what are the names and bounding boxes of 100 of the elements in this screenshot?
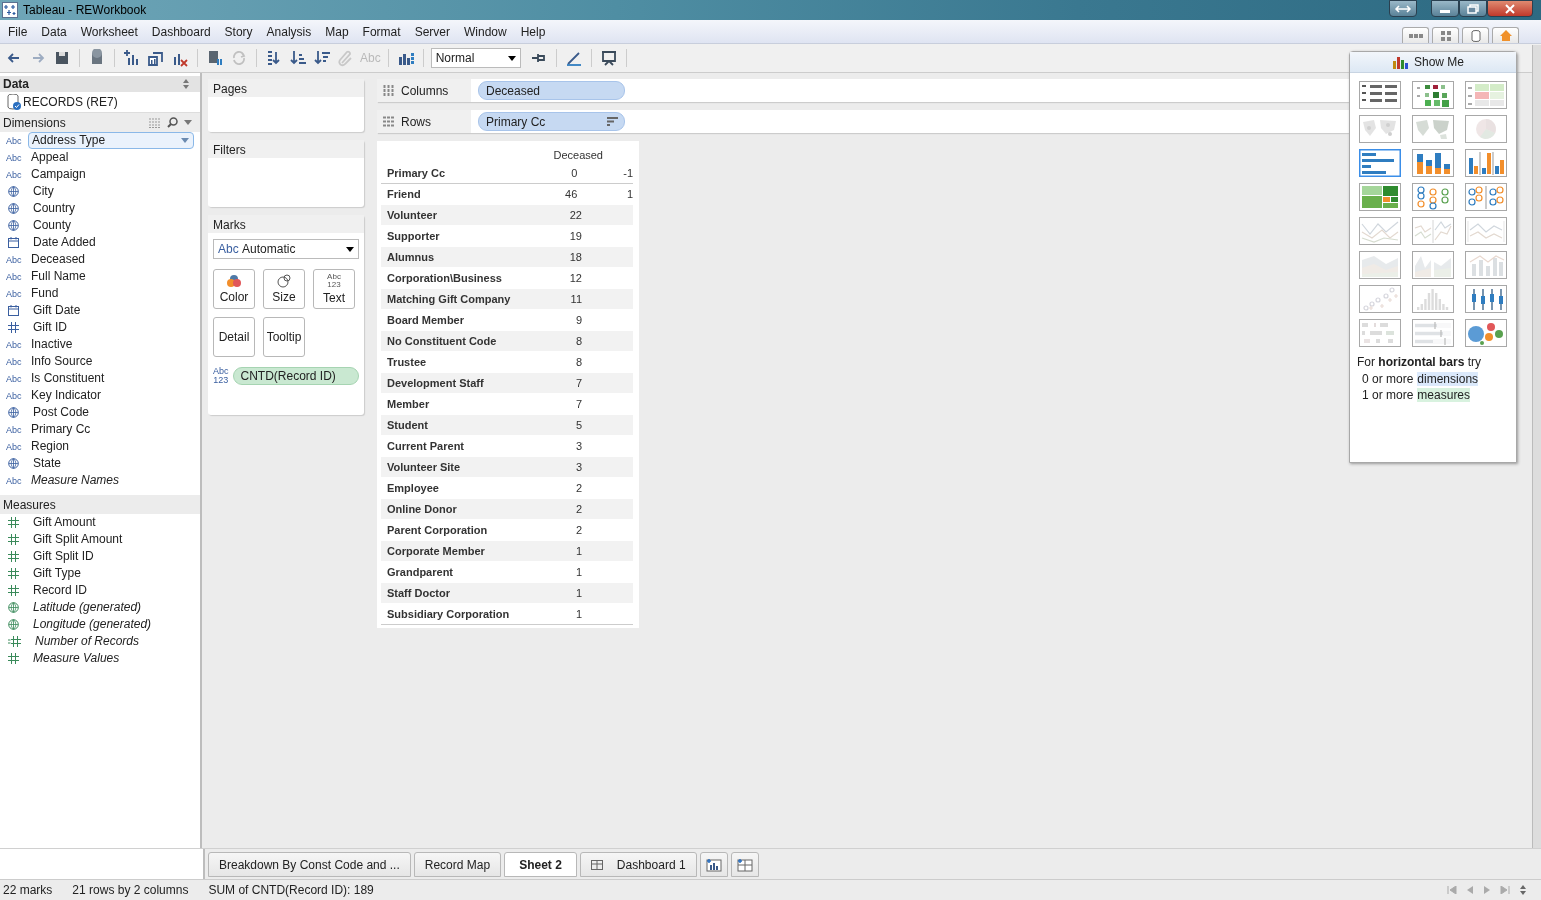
menu-item[interactable]: Server <box>408 24 458 39</box>
measure-field[interactable]: Gift Split ID <box>30 549 97 564</box>
dual-line-chart-icon[interactable] <box>1465 217 1507 245</box>
circles-chart-icon[interactable] <box>1412 183 1454 211</box>
toolbar-toggle-tab[interactable] <box>1402 27 1429 43</box>
measure-field[interactable]: Measure Values <box>30 651 123 666</box>
dimension-field[interactable]: Fund <box>28 286 62 301</box>
minimize-button[interactable] <box>1431 0 1459 17</box>
dimension-field[interactable]: Gift Date <box>30 303 84 318</box>
dimension-field[interactable]: Measure Names <box>28 473 123 488</box>
maximize-button[interactable] <box>1459 0 1487 17</box>
menu-item[interactable]: Analysis <box>260 24 320 39</box>
dimension-field[interactable]: Is Constituent <box>28 371 108 386</box>
color-button[interactable]: Color <box>213 269 255 309</box>
line-disc-chart-icon[interactable] <box>1412 217 1454 245</box>
dimension-field[interactable]: County <box>30 218 75 233</box>
new-dashboard-button[interactable] <box>730 852 759 877</box>
pie-chart-icon[interactable] <box>1465 115 1507 143</box>
bullet-chart-icon[interactable] <box>1412 319 1454 347</box>
dimension-field[interactable]: Full Name <box>28 269 89 284</box>
caret-icon <box>181 138 189 143</box>
hbar-chart-icon[interactable] <box>1359 149 1401 177</box>
caret-icon[interactable] <box>184 120 192 125</box>
highlight-table-chart-icon[interactable] <box>1465 81 1507 109</box>
dimension-pill[interactable]: Deceased <box>478 81 625 100</box>
measure-field[interactable]: Latitude (generated) <box>30 600 145 615</box>
table-cell-text: 5 <box>574 419 582 431</box>
measure-field[interactable]: Record ID <box>30 583 91 598</box>
menu-item[interactable]: Help <box>514 24 554 39</box>
gantt-chart-icon[interactable] <box>1359 319 1401 347</box>
measure-field[interactable]: Longitude (generated) <box>30 617 155 632</box>
menu-item[interactable]: File <box>2 24 36 39</box>
sheet-tab[interactable]: Dashboard 1 <box>579 852 697 877</box>
symbol-map-chart-icon[interactable] <box>1359 115 1401 143</box>
dimension-field[interactable]: Campaign <box>28 167 89 182</box>
dimension-field[interactable]: Country <box>30 201 79 216</box>
dimension-field[interactable]: Key Indicator <box>28 388 105 403</box>
dimension-field[interactable]: Primary Cc <box>28 422 94 437</box>
list-icon[interactable] <box>149 117 161 128</box>
color-circles-icon <box>226 274 242 288</box>
dimension-field[interactable]: Address Type <box>28 132 194 149</box>
text-type-icon: Abc <box>6 135 28 146</box>
heat-map-chart-icon[interactable] <box>1412 81 1454 109</box>
dimension-field[interactable]: Gift ID <box>30 320 70 335</box>
area-cont-chart-icon[interactable] <box>1359 251 1401 279</box>
sheet-tab[interactable]: Record Map <box>413 852 502 877</box>
line-cont-chart-icon[interactable] <box>1359 217 1401 245</box>
menu-item[interactable]: Window <box>457 24 515 39</box>
menu-item[interactable]: Dashboard <box>145 24 219 39</box>
sort-arrows-icon[interactable] <box>182 79 190 89</box>
text-button[interactable]: Abc 123 Text <box>313 269 355 309</box>
dimension-field[interactable]: Post Code <box>30 405 93 420</box>
area-disc-chart-icon[interactable] <box>1412 251 1454 279</box>
bubbles-chart-icon[interactable] <box>1465 319 1507 347</box>
data-source-tab[interactable] <box>1462 27 1489 43</box>
menu-item[interactable]: Map <box>319 24 357 39</box>
dimension-field[interactable]: Region <box>28 439 73 454</box>
mark-type-dropdown[interactable]: Abc Automatic <box>213 239 359 259</box>
sort-arrows-icon[interactable] <box>1519 885 1527 895</box>
tooltip-button[interactable]: Tooltip <box>263 317 305 357</box>
resize-button[interactable] <box>1389 0 1417 17</box>
size-button[interactable]: Size <box>263 269 305 309</box>
filled-map-chart-icon[interactable] <box>1412 115 1454 143</box>
histogram-chart-icon[interactable] <box>1412 285 1454 313</box>
dimension-field[interactable]: Info Source <box>28 354 96 369</box>
box-plot-chart-icon[interactable] <box>1465 285 1507 313</box>
dimension-field[interactable]: State <box>30 456 65 471</box>
globe-icon <box>8 203 19 214</box>
measure-pill[interactable]: CNTD(Record ID) <box>232 367 359 385</box>
sheet-tab[interactable]: Breakdown By Const Code and ... <box>208 852 411 877</box>
view-size-dropdown[interactable]: Normal <box>430 48 521 68</box>
measure-field[interactable]: Gift Type <box>30 566 84 581</box>
close-button[interactable] <box>1487 0 1533 17</box>
menu-item[interactable]: Data <box>35 24 75 39</box>
dimension-pill[interactable]: Primary Cc <box>478 112 625 131</box>
measure-field[interactable]: Number of Records <box>32 634 143 649</box>
dimension-field[interactable]: City <box>30 184 57 199</box>
new-worksheet-button[interactable] <box>699 852 728 877</box>
scatter-chart-icon[interactable] <box>1359 285 1401 313</box>
text-table-chart-icon[interactable] <box>1359 81 1401 109</box>
menu-item[interactable]: Worksheet <box>74 24 146 39</box>
dual-combo-chart-icon[interactable] <box>1465 251 1507 279</box>
dimension-field[interactable]: Date Added <box>30 235 99 250</box>
side-circles-chart-icon[interactable] <box>1465 183 1507 211</box>
grid-tab[interactable] <box>1432 27 1459 43</box>
dimension-field[interactable]: Inactive <box>28 337 76 352</box>
treemap-chart-icon[interactable] <box>1359 183 1401 211</box>
stacked-bar-chart-icon[interactable] <box>1412 149 1454 177</box>
dimension-field[interactable]: Appeal <box>28 150 72 165</box>
menu-item[interactable]: Story <box>218 24 261 39</box>
measure-field[interactable]: Gift Amount <box>30 515 99 530</box>
search-icon[interactable] <box>167 117 178 128</box>
start-page-tab[interactable] <box>1492 27 1519 43</box>
show-me-header[interactable]: Show Me <box>1350 52 1516 73</box>
side-bar-chart-icon[interactable] <box>1465 149 1507 177</box>
detail-button[interactable]: Detail <box>213 317 255 357</box>
measure-field[interactable]: Gift Split Amount <box>30 532 126 547</box>
sheet-tab[interactable]: Sheet 2 <box>504 852 577 877</box>
dimension-field[interactable]: Deceased <box>28 252 89 267</box>
menu-item[interactable]: Format <box>356 24 409 39</box>
